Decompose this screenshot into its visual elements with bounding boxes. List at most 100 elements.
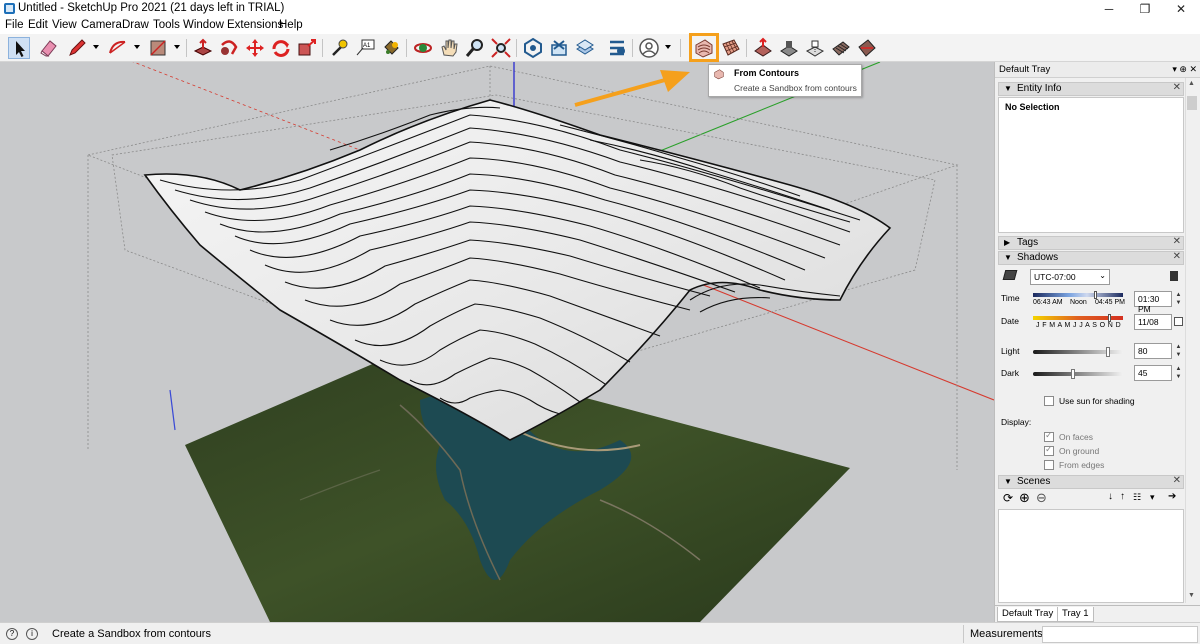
- view-options-icon[interactable]: ☷: [1133, 492, 1141, 503]
- timezone-select[interactable]: UTC-07:00 ⌄: [1030, 269, 1110, 285]
- layout-icon[interactable]: [574, 37, 596, 59]
- dark-slider-knob[interactable]: [1071, 369, 1075, 379]
- profile-icon[interactable]: [638, 37, 660, 59]
- stamp-icon[interactable]: [778, 37, 800, 59]
- extension-warehouse-icon[interactable]: [548, 37, 570, 59]
- arc-icon[interactable]: [107, 37, 129, 59]
- menu-camera[interactable]: Camera: [81, 19, 122, 31]
- close-icon[interactable]: ✕: [1173, 475, 1181, 486]
- extension-manager-icon[interactable]: [606, 37, 628, 59]
- time-slider-knob[interactable]: [1094, 291, 1097, 299]
- shadows-body: UTC-07:00 ⌄ Time 06:43 AM Noon 04:45 PM …: [998, 266, 1184, 474]
- minimize-button[interactable]: ─: [1094, 1, 1124, 17]
- menu-edit[interactable]: Edit: [28, 19, 48, 31]
- shadow-toggle-icon[interactable]: [1002, 270, 1018, 280]
- from-edges-checkbox[interactable]: [1044, 460, 1054, 470]
- add-detail-icon[interactable]: [830, 37, 852, 59]
- rectangle-dropdown[interactable]: [174, 45, 180, 49]
- light-field[interactable]: 80: [1134, 343, 1172, 359]
- text-icon[interactable]: A1: [354, 37, 376, 59]
- scroll-thumb[interactable]: [1187, 96, 1197, 110]
- rectangle-icon[interactable]: [147, 37, 169, 59]
- pan-icon[interactable]: [438, 37, 460, 59]
- scroll-up-icon[interactable]: ▲: [1188, 80, 1195, 87]
- details-icon[interactable]: ▾: [1150, 492, 1155, 503]
- panel-tags[interactable]: ▶ Tags ✕: [998, 236, 1184, 250]
- follow-me-icon[interactable]: [218, 37, 240, 59]
- zoom-extents-icon[interactable]: [490, 37, 512, 59]
- menu-extensions[interactable]: Extensions: [227, 19, 283, 31]
- time-stepper[interactable]: ▲ ▼: [1174, 291, 1183, 307]
- dark-slider[interactable]: [1033, 372, 1123, 376]
- geolocation-icon[interactable]: ?: [6, 628, 18, 640]
- details-toggle-icon[interactable]: ➔: [1168, 491, 1176, 502]
- refresh-icon[interactable]: ⟳: [1003, 491, 1013, 505]
- panel-entity-info[interactable]: ▼ Entity Info ✕: [998, 82, 1184, 96]
- dark-field[interactable]: 45: [1134, 365, 1172, 381]
- use-sun-checkbox[interactable]: [1044, 396, 1054, 406]
- menu-view[interactable]: View: [52, 19, 77, 31]
- push-pull-icon[interactable]: [192, 37, 214, 59]
- panel-shadows[interactable]: ▼ Shadows ✕: [998, 251, 1184, 265]
- shadow-settings-icon[interactable]: [1170, 271, 1178, 281]
- tab-tray-1[interactable]: Tray 1: [1057, 607, 1094, 622]
- light-stepper[interactable]: ▲ ▼: [1174, 343, 1183, 359]
- arc-dropdown[interactable]: [134, 45, 140, 49]
- flip-edge-icon[interactable]: [856, 37, 878, 59]
- drape-icon[interactable]: [804, 37, 826, 59]
- orbit-icon[interactable]: [412, 37, 434, 59]
- close-button[interactable]: ✕: [1166, 1, 1196, 17]
- menu-window[interactable]: Window: [183, 19, 224, 31]
- drawing-viewport[interactable]: [0, 62, 994, 622]
- add-scene-icon[interactable]: ⊕: [1019, 490, 1030, 506]
- time-slider[interactable]: [1033, 293, 1123, 297]
- menu-tools[interactable]: Tools: [153, 19, 180, 31]
- menu-file[interactable]: File: [5, 19, 24, 31]
- tape-measure-icon[interactable]: [328, 37, 350, 59]
- window-title: Untitled - SketchUp Pro 2021 (21 days le…: [18, 2, 285, 14]
- tray-header: Default Tray ▾ ⊕ ✕: [995, 62, 1200, 78]
- instructor-icon[interactable]: i: [26, 628, 38, 640]
- close-icon[interactable]: ✕: [1173, 82, 1181, 93]
- eraser-icon[interactable]: [38, 37, 60, 59]
- tray-pin-icon[interactable]: ▾ ⊕ ✕: [1172, 64, 1197, 75]
- dark-stepper[interactable]: ▲ ▼: [1174, 365, 1183, 381]
- tab-default-tray[interactable]: Default Tray: [997, 607, 1059, 622]
- menu-help[interactable]: Help: [279, 19, 303, 31]
- select-icon[interactable]: [8, 37, 30, 59]
- on-ground-checkbox[interactable]: [1044, 444, 1054, 456]
- paint-bucket-icon[interactable]: [380, 37, 402, 59]
- light-slider-knob[interactable]: [1106, 347, 1110, 357]
- scroll-down-icon[interactable]: ▼: [1188, 592, 1195, 599]
- smoove-icon[interactable]: [752, 37, 774, 59]
- from-scratch-icon[interactable]: [720, 37, 742, 59]
- time-field[interactable]: 01:30 PM: [1134, 291, 1172, 314]
- date-slider-knob[interactable]: [1108, 314, 1111, 322]
- menu-draw[interactable]: Draw: [122, 19, 149, 31]
- light-label: Light: [1001, 346, 1020, 356]
- pencil-icon[interactable]: [66, 37, 88, 59]
- tray-scrollbar[interactable]: ▲ ▼: [1185, 78, 1197, 603]
- restore-button[interactable]: ❐: [1130, 1, 1160, 17]
- calendar-icon[interactable]: [1174, 317, 1183, 326]
- measurements-field[interactable]: [1042, 626, 1198, 643]
- pencil-dropdown[interactable]: [93, 45, 99, 49]
- move-icon[interactable]: [244, 37, 266, 59]
- use-sun-label: Use sun for shading: [1059, 396, 1135, 406]
- toolbar-separator: [516, 39, 517, 57]
- close-icon[interactable]: ✕: [1173, 251, 1181, 262]
- toolbar-separator: [186, 39, 187, 57]
- scale-icon[interactable]: [296, 37, 318, 59]
- panel-scenes[interactable]: ▼ Scenes ✕: [998, 475, 1184, 489]
- model-scene: [86, 62, 994, 622]
- zoom-icon[interactable]: [464, 37, 486, 59]
- move-scene-up-icon[interactable]: ↑: [1120, 491, 1125, 502]
- rotate-icon[interactable]: [270, 37, 292, 59]
- close-icon[interactable]: ✕: [1173, 236, 1181, 247]
- on-faces-checkbox[interactable]: [1044, 430, 1054, 442]
- date-field[interactable]: 11/08: [1134, 314, 1172, 330]
- warehouse-icon[interactable]: [522, 37, 544, 59]
- profile-dropdown[interactable]: [665, 45, 671, 49]
- remove-scene-icon[interactable]: ⊖: [1036, 490, 1047, 506]
- move-scene-down-icon[interactable]: ↓: [1108, 491, 1113, 502]
